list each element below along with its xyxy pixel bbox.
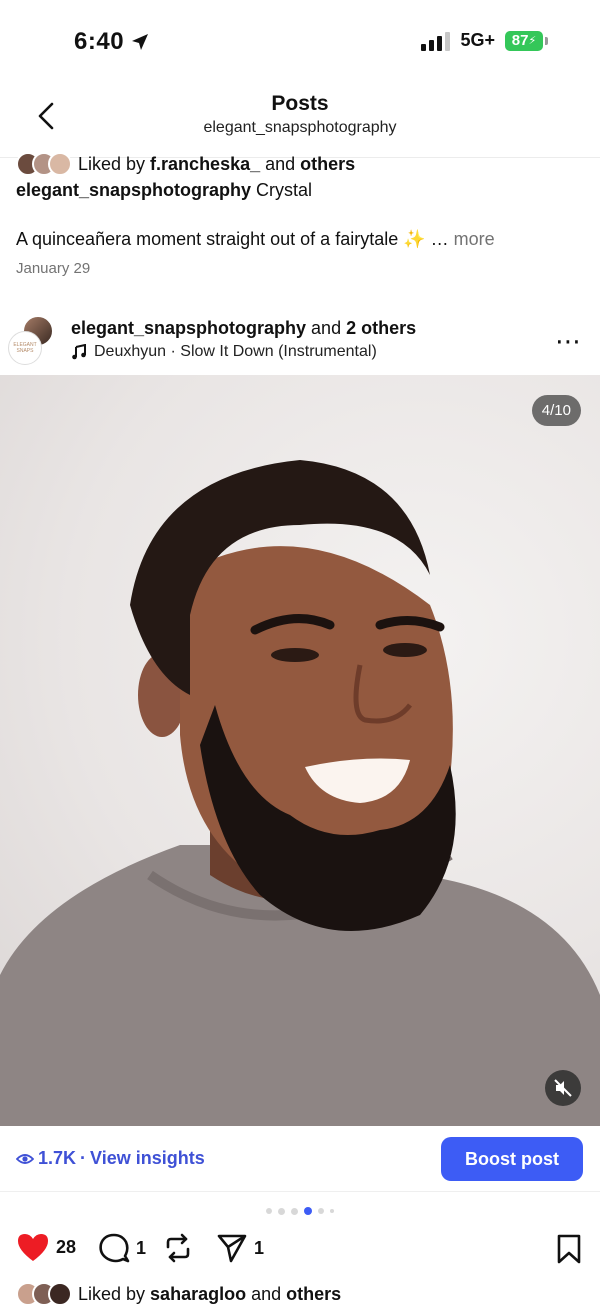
share-count: 1 (254, 1237, 265, 1258)
music-text: Deuxhyun · Slow It Down (Instrumental) (94, 343, 377, 360)
liker-avatars (16, 1282, 72, 1304)
battery-icon: 87 ⚡ (505, 30, 548, 51)
action-bar: 28 1 1 (0, 1230, 600, 1270)
insights-row: 1.7K · View insights Boost post (0, 1126, 600, 1192)
previous-caption-text: A quinceañera moment straight out of a f… (16, 229, 495, 249)
network-type: 5G+ (460, 30, 495, 50)
carousel-dot (291, 1207, 298, 1215)
signal-bars-icon (421, 31, 451, 51)
carousel-dot (266, 1208, 272, 1214)
liker-avatars (16, 152, 72, 176)
speaker-muted-icon (554, 1079, 572, 1097)
music-attribution[interactable]: Deuxhyun · Slow It Down (Instrumental) (71, 343, 377, 361)
eye-icon (16, 1153, 34, 1164)
repost-icon (166, 1233, 190, 1263)
post-header: ELEGANT SNAPS elegant_snapsphotography a… (0, 310, 600, 374)
boost-post-button[interactable]: Boost post (441, 1137, 583, 1181)
previous-caption: elegant_snapsphotography Crystal (16, 180, 313, 200)
previous-liked-by[interactable]: Liked by f.rancheska_ and others (16, 152, 355, 176)
status-bar: 6:40 5G+ 87 ⚡ (0, 0, 600, 88)
like-button[interactable]: 28 (16, 1232, 76, 1262)
collaborators[interactable]: 2 others (346, 318, 416, 338)
liker-username[interactable]: f.rancheska_ (150, 154, 260, 174)
carousel-dot (278, 1207, 285, 1215)
view-insights-link[interactable]: 1.7K · View insights (16, 1148, 205, 1169)
page-title: Posts (271, 92, 329, 115)
save-button[interactable] (556, 1234, 582, 1269)
liker-others[interactable]: others (286, 1284, 341, 1304)
bookmark-icon (557, 1234, 581, 1264)
liker-username[interactable]: saharagloo (150, 1284, 246, 1304)
insights-label: View insights (90, 1148, 205, 1168)
avatar-stack[interactable]: ELEGANT SNAPS (8, 315, 56, 367)
carousel-dot-active (304, 1207, 312, 1215)
repost-button[interactable] (162, 1232, 194, 1264)
heart-icon (18, 1234, 48, 1261)
comment-count: 1 (136, 1237, 147, 1258)
previous-post-date: January 29 (16, 260, 91, 277)
author-username[interactable]: elegant_snapsphotography (71, 318, 306, 338)
portrait-image (0, 460, 600, 1126)
view-count: 1.7K (38, 1148, 77, 1168)
comment-button[interactable]: 1 (98, 1232, 146, 1264)
carousel-dot (330, 1209, 334, 1213)
location-arrow-icon (132, 34, 149, 50)
comment-icon (99, 1233, 130, 1263)
music-note-icon (72, 344, 86, 360)
nav-header: Posts elegant_snapsphotography (0, 88, 600, 158)
page-subtitle: elegant_snapsphotography (203, 119, 397, 136)
carousel-dot (318, 1208, 324, 1214)
photo-counter: 4/10 (531, 395, 581, 426)
like-count: 28 (56, 1236, 77, 1257)
status-time: 6:40 (74, 28, 150, 56)
time-text: 6:40 (74, 28, 125, 55)
brand-avatar: ELEGANT SNAPS (8, 331, 42, 365)
liker-others[interactable]: others (300, 154, 355, 174)
mute-button[interactable] (545, 1070, 581, 1106)
carousel-indicator (0, 1207, 600, 1215)
liked-by[interactable]: Liked by saharagloo and others (16, 1282, 341, 1304)
send-icon (217, 1234, 247, 1263)
more-options-button[interactable]: ⋯ (555, 328, 582, 354)
more-link[interactable]: more (454, 229, 495, 249)
caption-username[interactable]: elegant_snapsphotography (16, 180, 251, 200)
battery-level: 87 (511, 32, 529, 49)
share-button[interactable]: 1 (216, 1232, 264, 1264)
status-indicators: 5G+ 87 ⚡ (421, 30, 548, 51)
post-authors[interactable]: elegant_snapsphotography and 2 others (71, 318, 416, 339)
post-photo[interactable]: 4/10 (0, 375, 600, 1126)
